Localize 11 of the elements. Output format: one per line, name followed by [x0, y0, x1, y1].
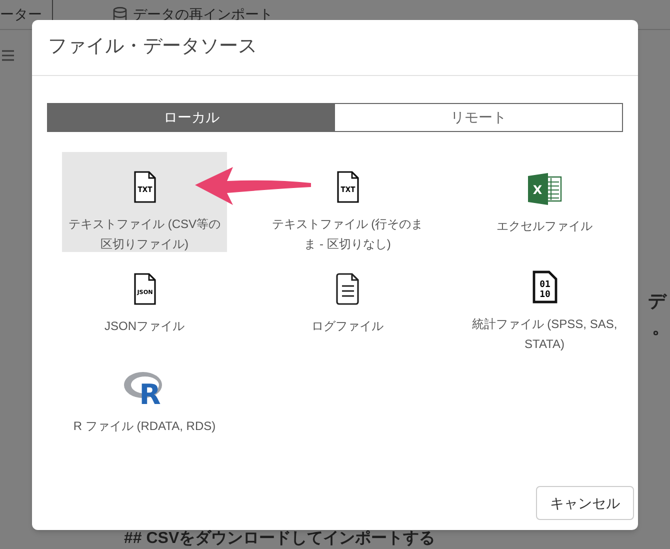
database-icon — [113, 6, 127, 22]
toolbar-label: ーター — [0, 5, 42, 24]
menu-icon[interactable] — [2, 50, 14, 61]
dialog-title: ファイル・データソース — [48, 35, 257, 60]
page-heading: ## CSVをダウンロードしてインポートする — [124, 531, 436, 547]
page-text: 。 — [652, 318, 670, 336]
tab[interactable]: ローカル — [48, 104, 335, 131]
binary-file-icon: 01 10 — [530, 270, 558, 304]
cancel-button[interactable]: キャンセル — [536, 486, 634, 520]
page-text: デ — [648, 292, 666, 310]
document-icon — [334, 272, 362, 306]
